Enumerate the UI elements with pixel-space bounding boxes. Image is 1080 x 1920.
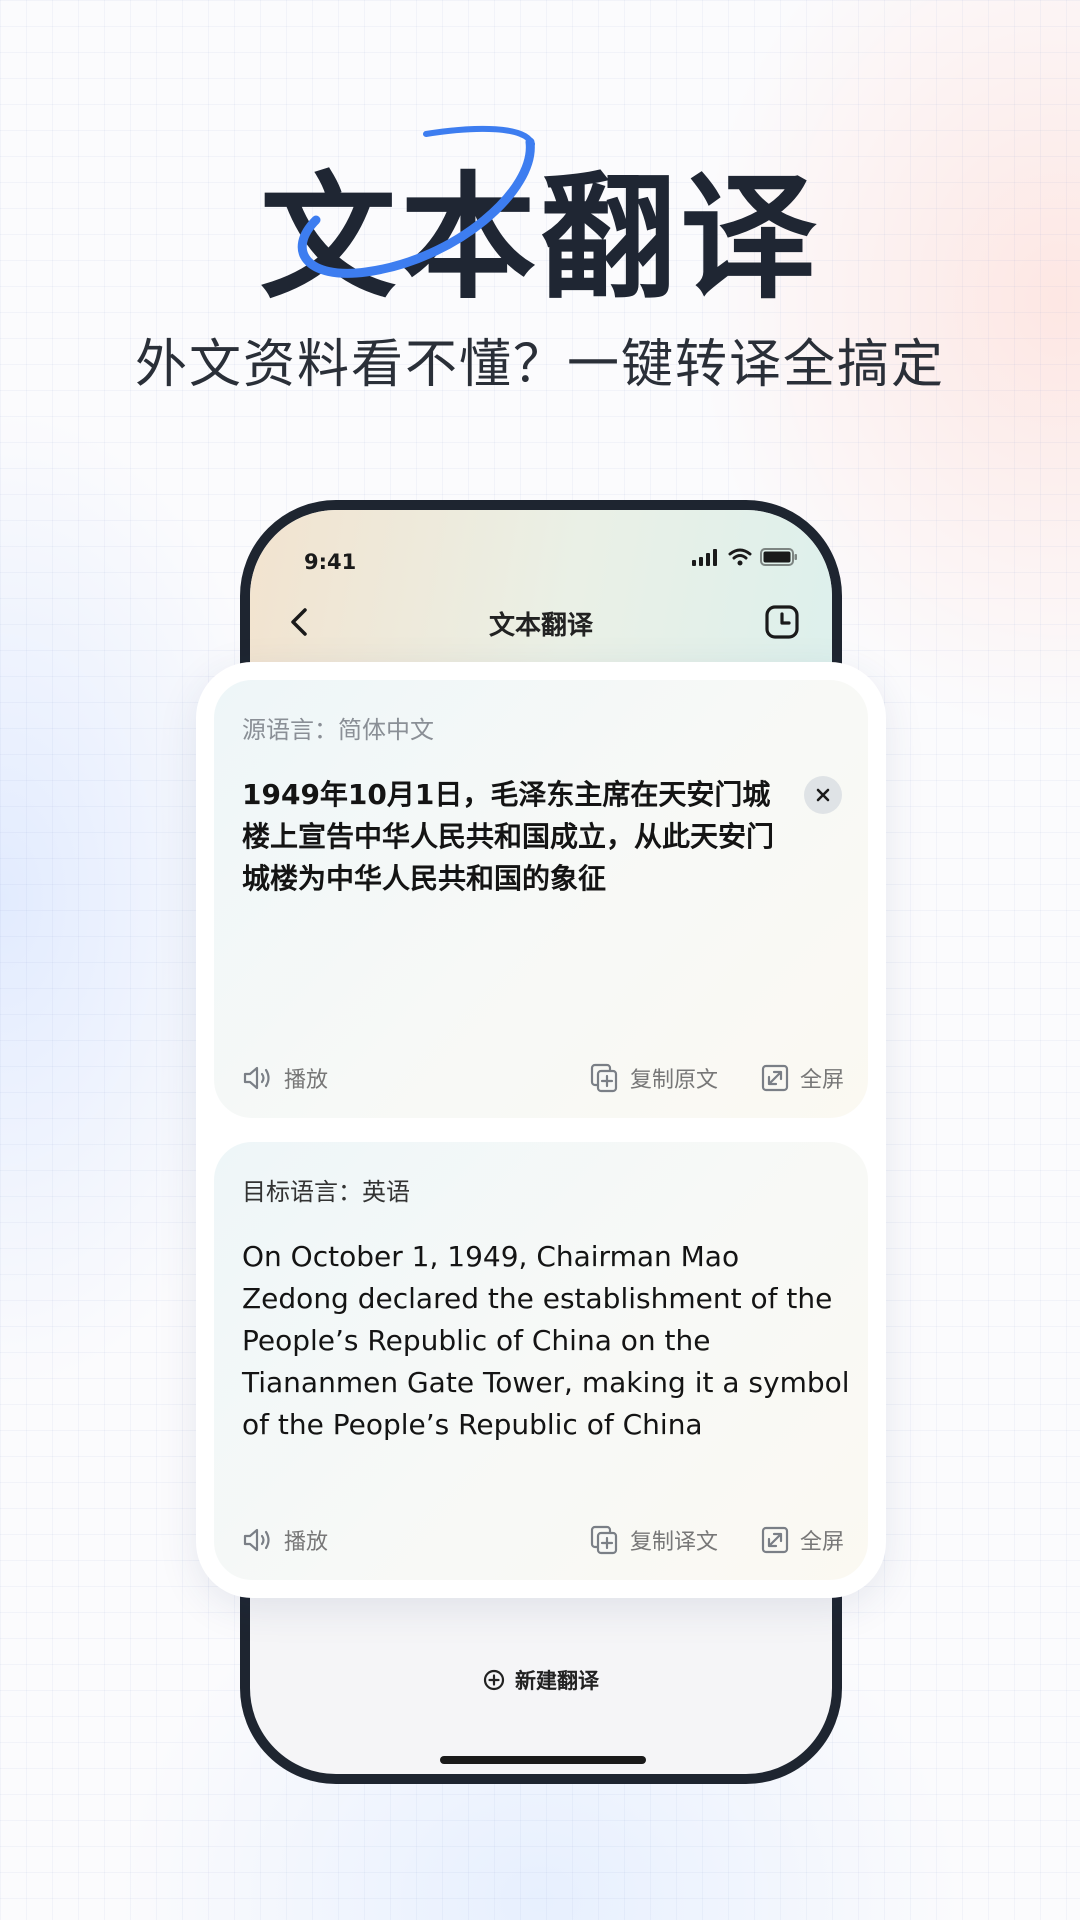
speaker-icon [243,1528,270,1552]
translated-text: On October 1, 1949, Chairman Mao Zedong … [242,1240,850,1441]
hero-title: 文本翻译 [260,160,820,318]
fullscreen-label: 全屏 [799,1068,844,1093]
source-play-button[interactable]: 播放 [242,1062,328,1094]
fullscreen-icon [761,1526,789,1554]
source-panel: 源语言：简体中文 1949年10月1日，毛泽东主席在天安门城楼上宣告中华人民共和… [214,680,868,1118]
app-header-background [250,510,832,680]
target-play-button[interactable]: 播放 [242,1524,328,1556]
copy-translation-label: 复制译文 [629,1530,718,1555]
home-indicator [440,1756,646,1764]
play-label: 播放 [284,1068,329,1093]
history-clock-icon[interactable] [762,602,802,642]
target-panel: 目标语言：英语 On October 1, 1949, Chairman Mao… [214,1142,868,1580]
hero-subtitle: 外文资料看不懂？一键转译全搞定 [134,335,945,395]
source-fullscreen-button[interactable]: 全屏 [760,1062,844,1094]
copy-source-label: 复制原文 [629,1068,718,1093]
status-icons [692,548,798,566]
nav-title: 文本翻译 [488,611,593,641]
target-fullscreen-button[interactable]: 全屏 [760,1524,844,1556]
fullscreen-icon [761,1064,789,1092]
signal-icon [692,549,717,566]
copy-icon [590,1063,618,1093]
copy-source-button[interactable]: 复制原文 [588,1062,718,1094]
new-translation-button[interactable]: 新建翻译 [250,1665,832,1695]
target-actions: 播放 复制译文 全屏 [242,1522,844,1558]
status-time: 9:41 [304,550,357,574]
source-text-input[interactable]: 1949年10月1日，毛泽东主席在天安门城楼上宣告中华人民共和国成立，从此天安门… [242,774,782,900]
play-label: 播放 [284,1530,329,1555]
target-language-selector[interactable]: 目标语言：英语 [242,1172,410,1207]
copy-icon [590,1525,618,1555]
clear-text-button[interactable] [804,776,842,814]
wifi-icon [728,548,752,566]
new-translation-label: 新建翻译 [515,1669,599,1693]
add-circle-icon [483,1669,505,1691]
source-language-selector[interactable]: 源语言：简体中文 [242,710,434,745]
translation-card: 源语言：简体中文 1949年10月1日，毛泽东主席在天安门城楼上宣告中华人民共和… [196,662,886,1598]
speaker-icon [243,1066,270,1090]
copy-translation-button[interactable]: 复制译文 [588,1524,718,1556]
close-icon [816,788,830,802]
battery-icon [760,548,797,566]
fullscreen-label: 全屏 [799,1530,844,1555]
source-actions: 播放 复制原文 全屏 [242,1060,844,1096]
